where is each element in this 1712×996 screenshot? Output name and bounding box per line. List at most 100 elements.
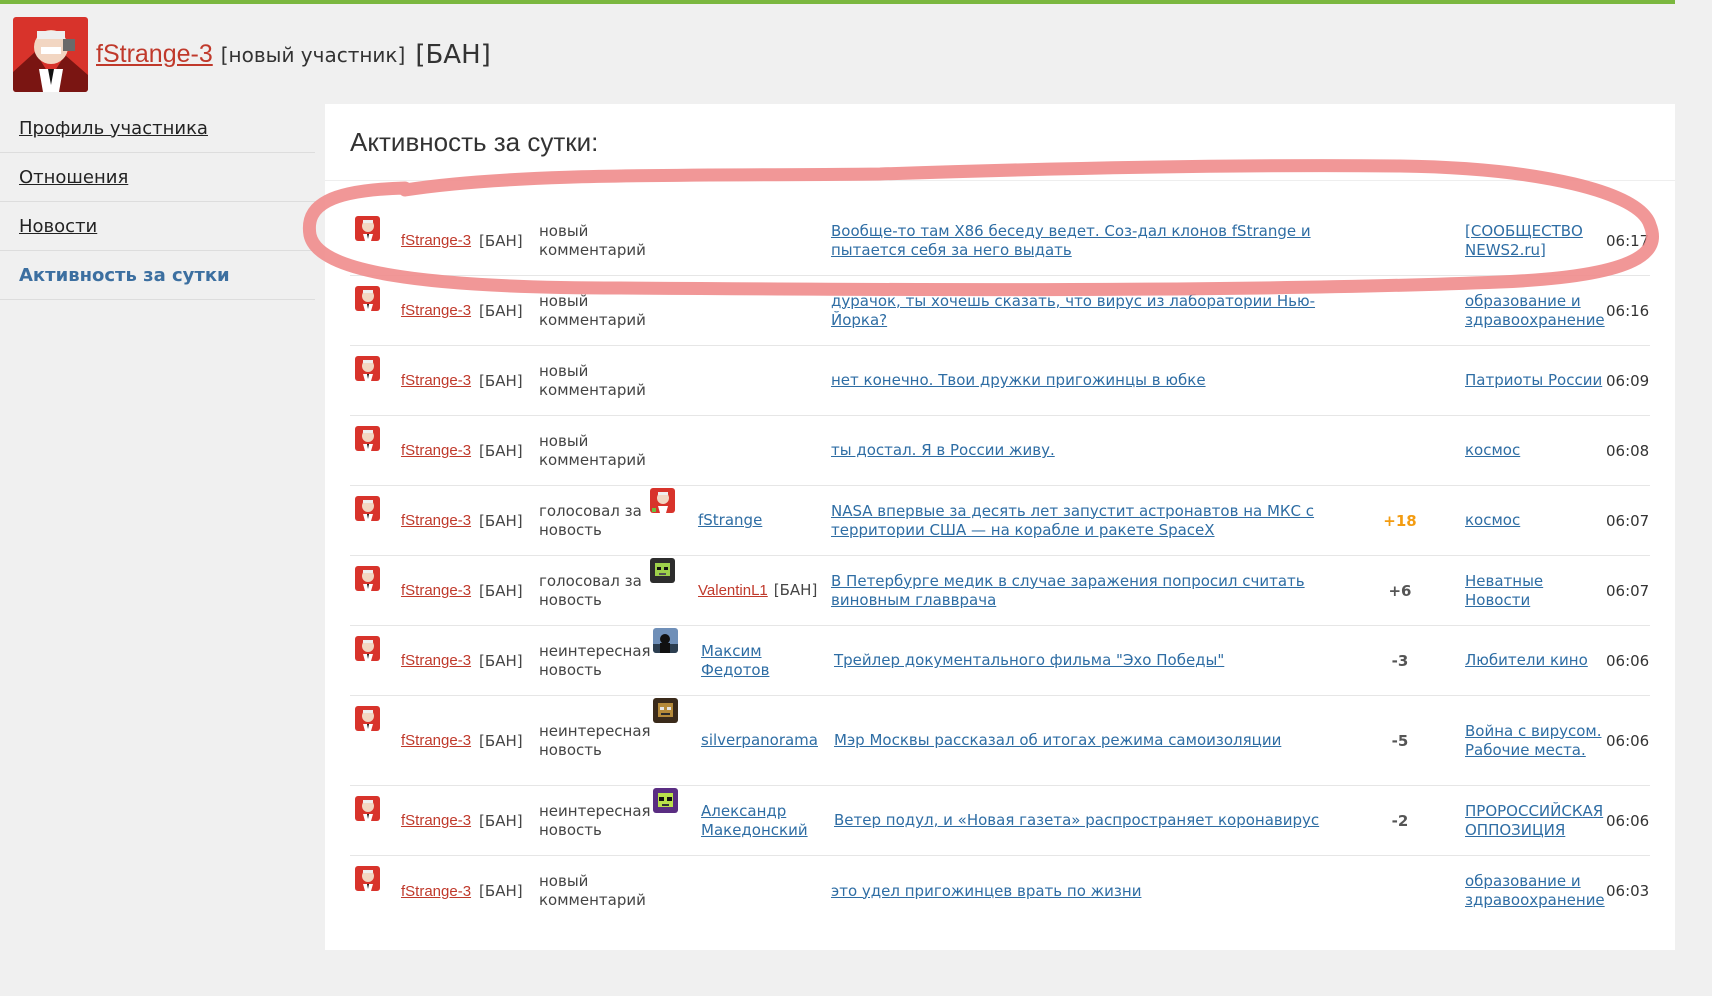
timestamp: 06:08 (1606, 441, 1650, 460)
user-avatar[interactable] (355, 796, 380, 821)
user-link[interactable]: fStrange-3 (401, 812, 471, 829)
activity-row: fStrange-3 [БАН] неинтересная новость sil… (350, 696, 1650, 786)
user-link[interactable]: fStrange-3 (401, 582, 471, 599)
action-label: неинтересная новость (539, 801, 651, 839)
target-avatar[interactable] (650, 558, 675, 583)
activity-text-link[interactable]: NASA впервые за десять лет запустит астр… (831, 502, 1361, 540)
user-avatar[interactable] (355, 636, 380, 661)
user-avatar[interactable] (355, 866, 380, 891)
ban-label: [БАН] (479, 231, 523, 250)
category-link[interactable]: [СООБЩЕСТВО NEWS2.ru] (1465, 222, 1605, 260)
timestamp: 06:07 (1606, 581, 1650, 600)
target-avatar[interactable] (650, 488, 675, 513)
sidebar-item-news[interactable]: Новости (0, 202, 315, 251)
action-label: новый комментарий (539, 291, 646, 329)
category-link[interactable]: Неватные Новости (1465, 572, 1605, 610)
target-ban-label: [БАН] (773, 581, 818, 599)
sidebar-item-label: Активность за сутки (19, 264, 230, 286)
target-user-link[interactable]: fStrange (698, 511, 762, 530)
action-label: неинтересная новость (539, 641, 651, 679)
sidebar-item-activity[interactable]: Активность за сутки (0, 251, 315, 300)
category-link[interactable]: ПРОРОССИЙСКАЯ ОППОЗИЦИЯ (1465, 802, 1605, 840)
ban-label: [БАН] (479, 731, 523, 750)
score-badge: -2 (1391, 811, 1409, 830)
divider (325, 180, 1675, 181)
activity-row: fStrange-3 [БАН] новый комментарий это уд… (350, 856, 1650, 926)
category-link[interactable]: образование и здравоохранение (1465, 292, 1605, 330)
activity-text-link[interactable]: нет конечно. Твои дружки пригожинцы в юб… (831, 371, 1206, 390)
user-avatar[interactable] (355, 286, 380, 311)
ban-label: [БАН] (479, 651, 523, 670)
activity-text-link[interactable]: Мэр Москвы рассказал об итогах режима са… (834, 731, 1281, 750)
timestamp: 06:09 (1606, 371, 1650, 390)
action-label: голосовал за новость (539, 571, 642, 609)
activity-row: fStrange-3 [БАН] голосовал за новость Val… (350, 556, 1650, 626)
target-user-link[interactable]: Александр Македонский (701, 802, 831, 840)
target-user-link[interactable]: silverpanorama (701, 731, 818, 750)
target-user-link[interactable]: Максим Федотов (701, 642, 831, 680)
category-link[interactable]: Война с вирусом. Рабочие места. (1465, 722, 1605, 760)
user-avatar[interactable] (355, 216, 380, 241)
category-link[interactable]: Патриоты России (1465, 371, 1602, 390)
activity-text-link[interactable]: Вообще-то там X86 беседу ведет. Соз-дал … (831, 222, 1361, 260)
avatar[interactable] (13, 17, 88, 92)
target-avatar[interactable] (653, 628, 678, 653)
sidebar: Профиль участника Отношения Новости Акти… (0, 104, 315, 300)
profile-username-link[interactable]: fStrange-3 (96, 40, 213, 69)
action-label: новый комментарий (539, 872, 646, 909)
user-avatar[interactable] (355, 356, 380, 381)
sidebar-item-profile[interactable]: Профиль участника (0, 104, 315, 153)
user-avatar[interactable] (355, 706, 380, 731)
timestamp: 06:06 (1606, 811, 1650, 830)
activity-row: fStrange-3 [БАН] неинтересная новость Але… (350, 786, 1650, 856)
category-link[interactable]: космос (1465, 511, 1520, 530)
target-user-link[interactable]: ValentinL1 (698, 581, 768, 600)
user-link[interactable]: fStrange-3 (401, 232, 471, 249)
activity-text-link[interactable]: Трейлер документального фильма "Эхо Побе… (834, 651, 1224, 670)
ban-label: [БАН] (479, 441, 523, 460)
user-ban-label: [БАН] (415, 39, 491, 70)
timestamp: 06:07 (1606, 511, 1650, 530)
category-link[interactable]: Любители кино (1465, 651, 1588, 670)
activity-text-link[interactable]: это удел пригожинцев врать по жизни (831, 882, 1141, 901)
user-link[interactable]: fStrange-3 (401, 652, 471, 669)
action-label: голосовал за новость (539, 501, 642, 539)
user-avatar[interactable] (355, 566, 380, 591)
action-label: неинтересная новость (539, 721, 651, 759)
main-panel: Активность за сутки: fStrange-3 [БАН] нов… (325, 104, 1675, 950)
score-badge: -3 (1391, 651, 1409, 670)
activity-list: fStrange-3 [БАН] новый комментарий Вообще… (350, 206, 1650, 926)
profile-header: fStrange-3 [новый участник] [БАН] (13, 17, 491, 92)
score-badge: +6 (1388, 581, 1412, 600)
score-badge: -5 (1391, 731, 1409, 750)
ban-label: [БАН] (479, 371, 523, 390)
activity-row: fStrange-3 [БАН] неинтересная новость Мак… (350, 626, 1650, 696)
category-link[interactable]: космос (1465, 441, 1520, 460)
user-link[interactable]: fStrange-3 (401, 732, 471, 749)
target-avatar[interactable] (653, 698, 678, 723)
target-avatar[interactable] (653, 788, 678, 813)
sidebar-item-label: Отношения (19, 166, 129, 188)
activity-text-link[interactable]: В Петербурге медик в случае заражения по… (831, 572, 1361, 610)
sidebar-item-relations[interactable]: Отношения (0, 153, 315, 202)
user-link[interactable]: fStrange-3 (401, 442, 471, 459)
sidebar-item-label: Новости (19, 215, 98, 237)
user-avatar[interactable] (355, 426, 380, 451)
timestamp: 06:03 (1606, 882, 1650, 900)
ban-label: [БАН] (479, 882, 523, 900)
timestamp: 06:17 (1606, 231, 1650, 250)
action-label: новый комментарий (539, 221, 646, 259)
user-link[interactable]: fStrange-3 (401, 883, 471, 900)
user-role-label: [новый участник] (220, 42, 406, 67)
user-avatar[interactable] (355, 496, 380, 521)
activity-text-link[interactable]: ты достал. Я в России живу. (831, 441, 1055, 460)
timestamp: 06:06 (1606, 651, 1650, 670)
activity-text-link[interactable]: дурачок, ты хочешь сказать, что вирус из… (831, 292, 1361, 330)
user-link[interactable]: fStrange-3 (401, 512, 471, 529)
activity-text-link[interactable]: Ветер подул, и «Новая газета» распростра… (834, 811, 1319, 830)
category-link[interactable]: образование и здравоохранение (1465, 872, 1605, 910)
ban-label: [БАН] (479, 301, 523, 320)
action-label: новый комментарий (539, 361, 646, 399)
user-link[interactable]: fStrange-3 (401, 372, 471, 389)
user-link[interactable]: fStrange-3 (401, 302, 471, 319)
